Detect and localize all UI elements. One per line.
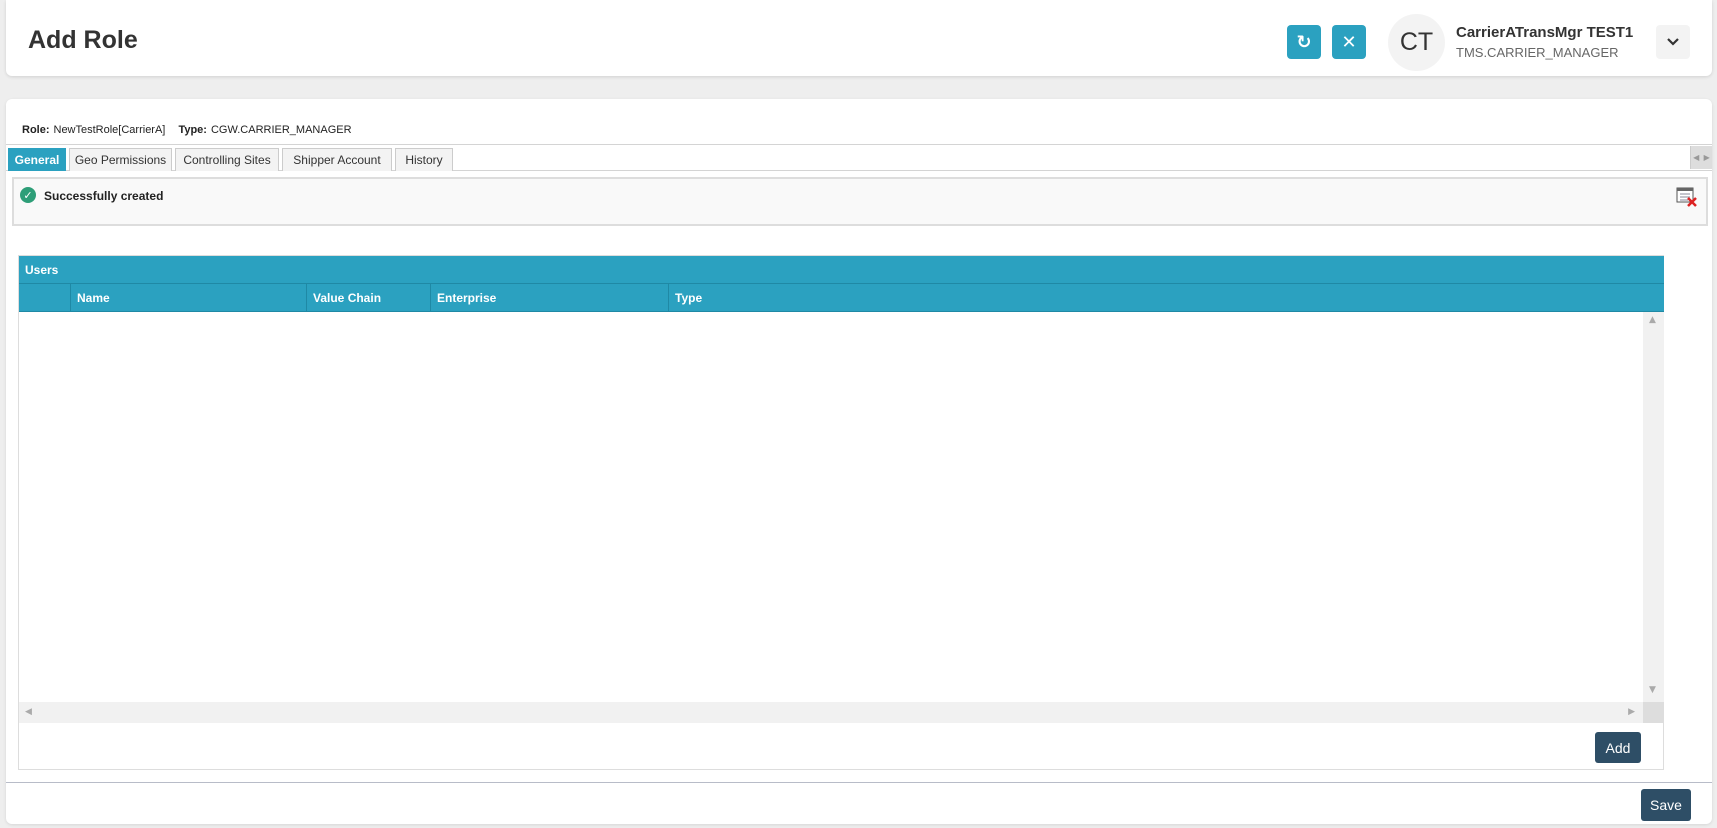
scroll-left-icon[interactable]: ◀	[25, 707, 32, 717]
scroll-right-icon[interactable]: ▶	[1628, 707, 1635, 717]
grid-header: Name Value Chain Enterprise Type	[19, 284, 1664, 312]
user-name: CarrierATransMgr TEST1	[1456, 24, 1634, 41]
chevron-down-icon	[1667, 38, 1679, 46]
user-menu-button[interactable]	[1656, 25, 1690, 59]
add-button[interactable]: Add	[1595, 732, 1641, 763]
column-header-value-chain[interactable]: Value Chain	[306, 284, 430, 311]
main-panel: Role: NewTestRole[CarrierA] Type: CGW.CARR…	[6, 99, 1712, 824]
message-text: Successfully created	[44, 189, 164, 203]
tab-history[interactable]: History	[395, 148, 453, 171]
close-button[interactable]: ✕	[1332, 25, 1366, 59]
tab-geo-permissions[interactable]: Geo Permissions	[69, 148, 172, 171]
tab-scroll-buttons[interactable]: ◀ ▶	[1690, 146, 1712, 169]
user-role: TMS.CARRIER_MANAGER	[1456, 45, 1619, 60]
role-info: Role: NewTestRole[CarrierA] Type: CGW.CARR…	[22, 124, 362, 136]
divider	[6, 782, 1712, 783]
refresh-button[interactable]: ↻	[1287, 25, 1321, 59]
column-header-enterprise[interactable]: Enterprise	[430, 284, 668, 311]
arrow-left-icon[interactable]: ◀	[1693, 153, 1699, 162]
scroll-down-icon[interactable]: ▼	[1649, 685, 1656, 695]
role-label: Role:	[22, 124, 50, 136]
type-label: Type:	[178, 124, 207, 136]
role-value: NewTestRole[CarrierA]	[53, 124, 166, 136]
tab-shipper-account[interactable]: Shipper Account	[282, 148, 392, 171]
tab-general[interactable]: General	[8, 148, 66, 171]
arrow-right-icon[interactable]: ▶	[1704, 153, 1710, 162]
horizontal-scrollbar[interactable]: ◀ ▶	[19, 702, 1643, 723]
close-icon: ✕	[1341, 31, 1357, 53]
column-header-select[interactable]	[19, 284, 70, 311]
vertical-scrollbar[interactable]: ▲ ▼	[1643, 312, 1664, 723]
save-button[interactable]: Save	[1641, 789, 1691, 821]
tab-bar: General Geo Permissions Controlling Site…	[6, 144, 1712, 171]
grid-title: Users	[19, 256, 1664, 284]
scroll-up-icon[interactable]: ▲	[1649, 315, 1656, 325]
dismiss-message-icon[interactable]	[1676, 187, 1698, 207]
users-grid: Users Name Value Chain Enterprise Type ▲…	[18, 255, 1664, 770]
app-header: Add Role ↻ ✕ CT CarrierATransMgr TEST1 T…	[6, 0, 1712, 76]
tab-controlling-sites[interactable]: Controlling Sites	[175, 148, 279, 171]
column-header-type[interactable]: Type	[668, 284, 1664, 311]
type-value: CGW.CARRIER_MANAGER	[210, 124, 352, 136]
success-message: ✓ Successfully created	[12, 177, 1708, 226]
check-circle-icon: ✓	[20, 187, 36, 203]
page-title: Add Role	[28, 26, 138, 54]
refresh-icon: ↻	[1296, 31, 1312, 53]
column-header-name[interactable]: Name	[70, 284, 306, 311]
scrollbar-corner	[1643, 702, 1664, 723]
avatar: CT	[1388, 14, 1445, 71]
